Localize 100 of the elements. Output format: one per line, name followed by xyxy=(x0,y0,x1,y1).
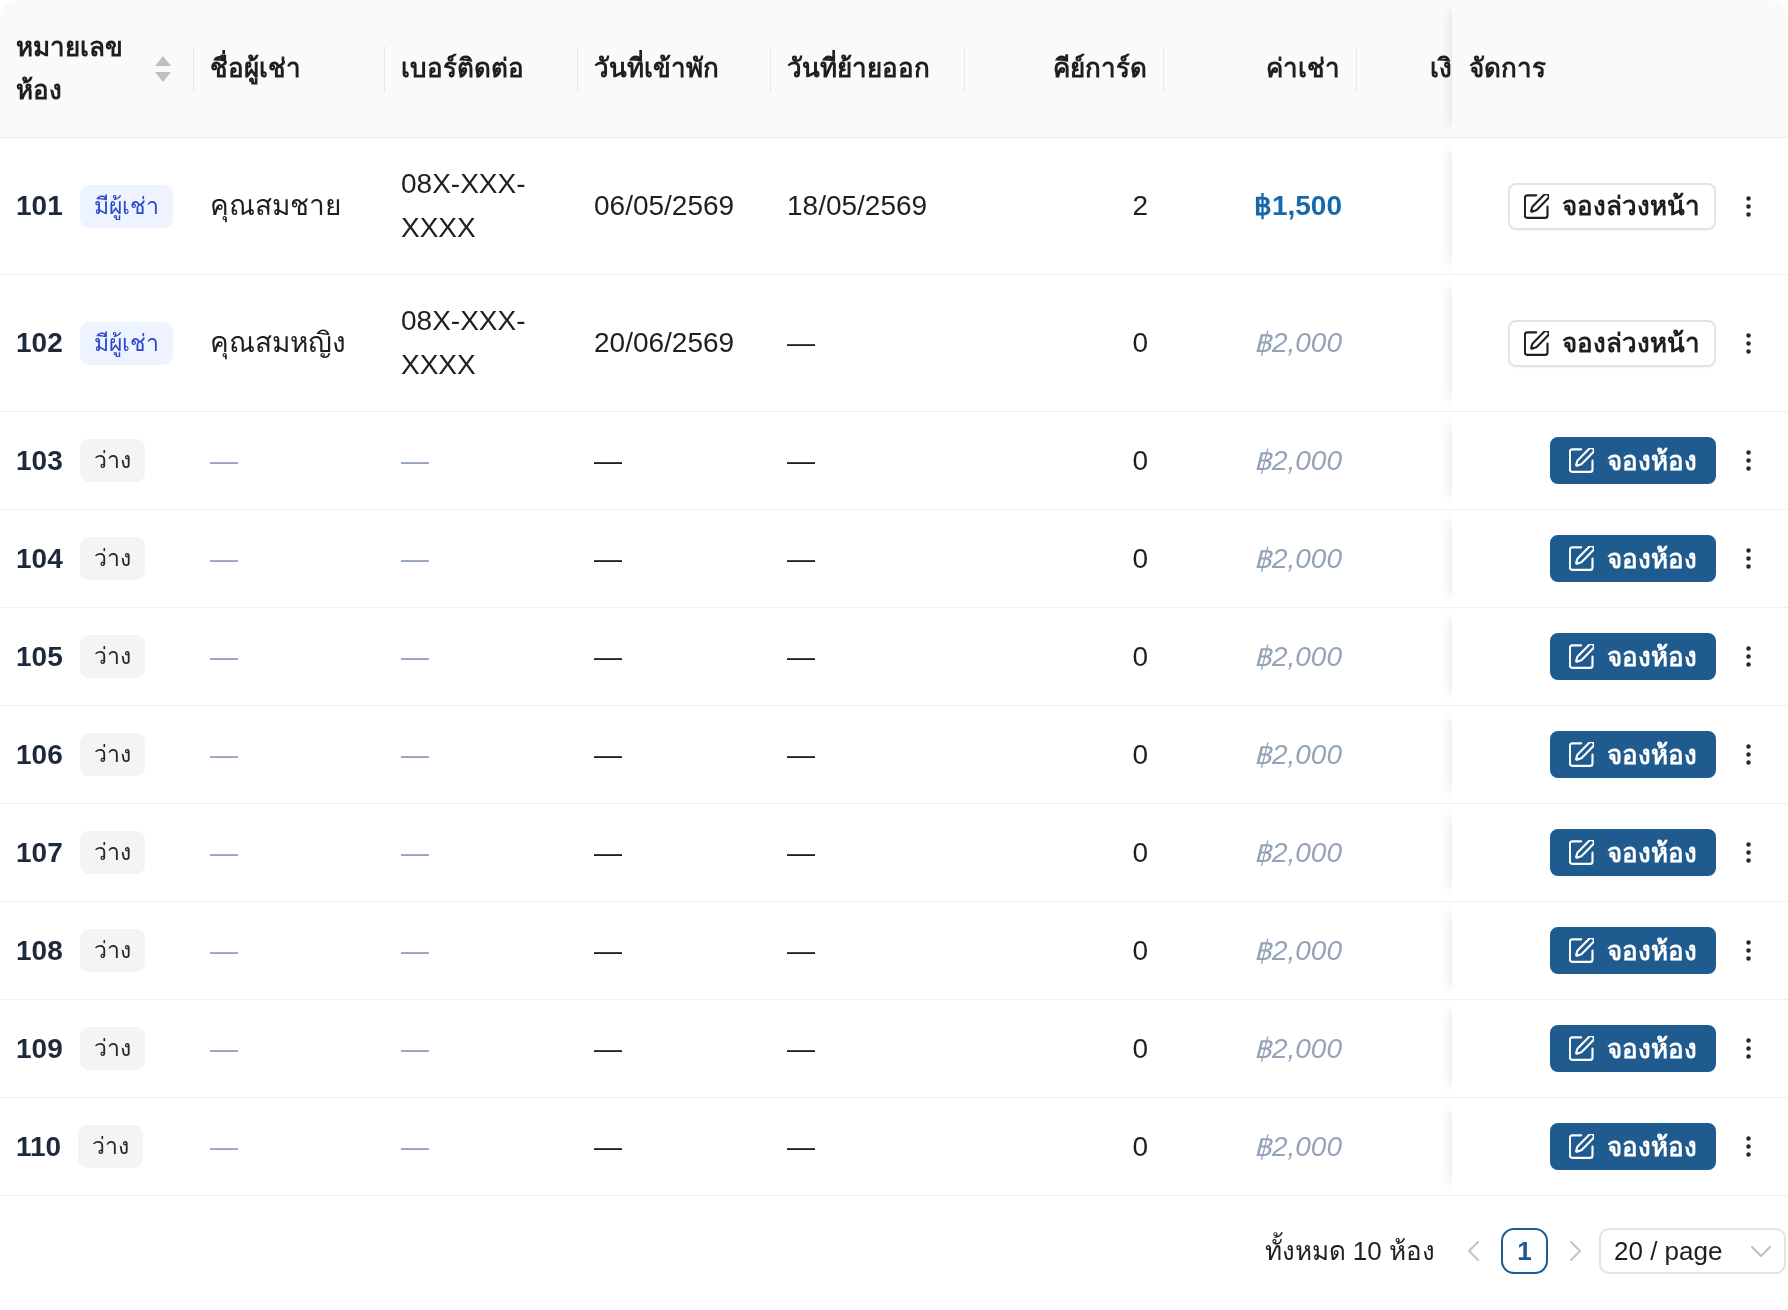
room-number: 103 xyxy=(16,443,63,478)
rent-amount: ฿2,000 xyxy=(1253,443,1342,478)
booking-button[interactable]: จองห้อง xyxy=(1550,829,1716,876)
check-in-date: 06/05/2569 xyxy=(594,189,735,223)
more-options-icon[interactable] xyxy=(1746,940,1751,961)
status-badge: มีผู้เช่า xyxy=(79,321,173,365)
keycard-count: 0 xyxy=(1132,326,1148,360)
more-options-icon[interactable] xyxy=(1746,646,1751,667)
keycard-count: 0 xyxy=(1132,835,1148,870)
check-out-date: 18/05/2569 xyxy=(787,189,928,223)
status-badge: ว่าง xyxy=(79,831,145,874)
keycard-count: 2 xyxy=(1132,189,1148,223)
column-header: เบอร์ติดต่อ xyxy=(401,52,524,85)
rent-amount: ฿2,000 xyxy=(1253,1031,1342,1066)
page-number[interactable]: 1 xyxy=(1501,1228,1548,1274)
check-in-date: — xyxy=(594,933,622,968)
pencil-square-icon xyxy=(1524,193,1549,219)
more-options-icon[interactable] xyxy=(1746,332,1751,354)
rent-amount: ฿2,000 xyxy=(1253,835,1342,870)
column-header: วันที่ย้ายออก xyxy=(787,47,930,90)
room-number: 101 xyxy=(16,189,63,223)
tenant-name: — xyxy=(210,933,238,968)
more-options-icon[interactable] xyxy=(1746,450,1751,471)
check-out-date: — xyxy=(787,639,815,674)
rent-amount: ฿1,500 xyxy=(1253,189,1342,223)
keycard-count: 0 xyxy=(1132,933,1148,968)
phone-number: — xyxy=(401,835,429,870)
chevron-down-icon xyxy=(1751,1245,1771,1257)
more-options-icon[interactable] xyxy=(1746,548,1751,569)
check-in-date: — xyxy=(594,1129,622,1164)
check-out-date: — xyxy=(787,737,815,772)
rent-amount: ฿2,000 xyxy=(1253,933,1342,968)
column-header: คีย์การ์ด xyxy=(1053,52,1147,85)
booking-button[interactable]: จองล่วงหน้า xyxy=(1508,319,1716,367)
keycard-count: 0 xyxy=(1132,541,1148,576)
tenant-name: — xyxy=(210,835,238,870)
keycard-count: 0 xyxy=(1132,443,1148,478)
pencil-square-icon xyxy=(1569,1036,1594,1061)
column-header: จัดการ xyxy=(1469,52,1546,85)
check-out-date: — xyxy=(787,835,815,870)
more-options-icon[interactable] xyxy=(1746,1136,1751,1157)
status-badge: มีผู้เช่า xyxy=(79,184,173,228)
phone-number: — xyxy=(401,541,429,576)
booking-button[interactable]: จองห้อง xyxy=(1550,633,1716,680)
tenant-name: คุณสมชาย xyxy=(210,189,341,225)
booking-button[interactable]: จองห้อง xyxy=(1550,1123,1716,1170)
keycard-count: 0 xyxy=(1132,639,1148,674)
phone-number: — xyxy=(401,1129,429,1164)
rent-amount: ฿2,000 xyxy=(1253,639,1342,674)
more-options-icon[interactable] xyxy=(1746,195,1751,217)
status-badge: ว่าง xyxy=(79,929,145,972)
check-in-date: — xyxy=(594,541,622,576)
status-badge: ว่าง xyxy=(79,733,145,776)
room-number: 107 xyxy=(16,835,63,870)
room-number: 105 xyxy=(16,639,63,674)
booking-button[interactable]: จองห้อง xyxy=(1550,437,1716,484)
pencil-square-icon xyxy=(1524,330,1549,356)
booking-button[interactable]: จองห้อง xyxy=(1550,731,1716,778)
booking-button[interactable]: จองล่วงหน้า xyxy=(1508,182,1716,230)
keycard-count: 0 xyxy=(1132,1129,1148,1164)
column-header: หมายเลขห้อง xyxy=(16,30,124,107)
rent-amount: ฿2,000 xyxy=(1253,1129,1342,1164)
phone-number: 08X-XXX-XXXX xyxy=(401,167,527,245)
column-header: เงิ xyxy=(1430,52,1452,85)
status-badge: ว่าง xyxy=(79,537,145,580)
phone-number: — xyxy=(401,1031,429,1066)
check-out-date: — xyxy=(787,1031,815,1066)
check-in-date: — xyxy=(594,835,622,870)
check-in-date: — xyxy=(594,639,622,674)
column-header: ค่าเช่า xyxy=(1266,52,1340,85)
booking-button[interactable]: จองห้อง xyxy=(1550,1025,1716,1072)
column-header: ชื่อผู้เช่า xyxy=(210,47,301,90)
tenant-name: คุณสมหญิง xyxy=(210,326,346,362)
check-in-date: — xyxy=(594,1031,622,1066)
total-rooms-text: ทั้งหมด 10 ห้อง xyxy=(1264,1231,1435,1271)
pencil-square-icon xyxy=(1569,1134,1594,1159)
rent-amount: ฿2,000 xyxy=(1253,737,1342,772)
booking-button[interactable]: จองห้อง xyxy=(1550,927,1716,974)
page-size-select[interactable]: 20 / page xyxy=(1599,1228,1786,1274)
keycard-count: 0 xyxy=(1132,1031,1148,1066)
phone-number: 08X-XXX-XXXX xyxy=(401,304,527,382)
booking-button[interactable]: จองห้อง xyxy=(1550,535,1716,582)
room-number: 106 xyxy=(16,737,63,772)
room-number: 110 xyxy=(16,1129,62,1164)
room-number: 108 xyxy=(16,933,63,968)
room-number: 104 xyxy=(16,541,63,576)
tenant-name: — xyxy=(210,1129,238,1164)
more-options-icon[interactable] xyxy=(1746,744,1751,765)
tenant-name: — xyxy=(210,737,238,772)
tenant-name: — xyxy=(210,1031,238,1066)
keycard-count: 0 xyxy=(1132,737,1148,772)
status-badge: ว่าง xyxy=(79,1027,145,1070)
rent-amount: ฿2,000 xyxy=(1253,541,1342,576)
check-out-date: — xyxy=(787,326,815,360)
more-options-icon[interactable] xyxy=(1746,842,1751,863)
more-options-icon[interactable] xyxy=(1746,1038,1751,1059)
check-in-date: — xyxy=(594,443,622,478)
rent-amount: ฿2,000 xyxy=(1253,326,1342,360)
status-badge: ว่าง xyxy=(79,635,145,678)
pencil-square-icon xyxy=(1569,840,1594,865)
